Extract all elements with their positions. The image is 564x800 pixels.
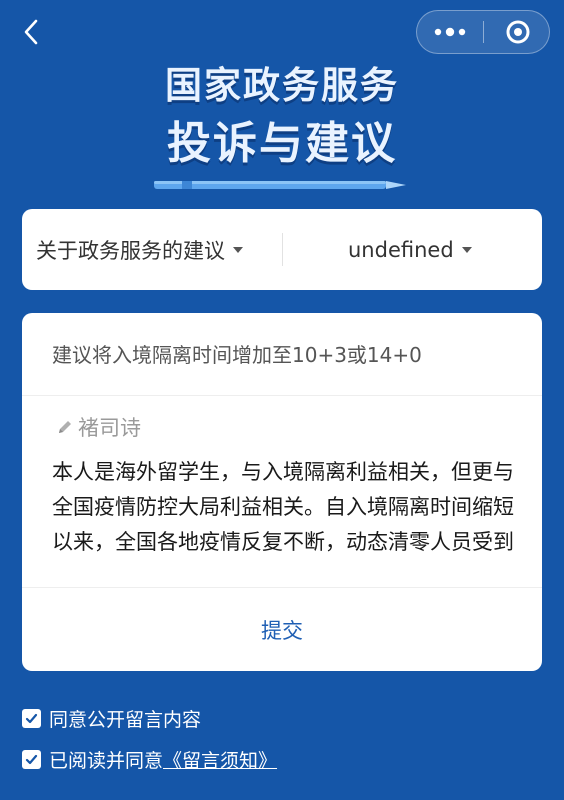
author-name: 褚司诗 [78, 416, 141, 440]
agree-public-checkbox[interactable] [22, 709, 41, 728]
category-secondary-select[interactable]: undefined [348, 209, 472, 290]
category-divider [282, 233, 283, 266]
message-body-field[interactable]: 本人是海外留学生，与入境隔离利益相关，但更与全国疫情防控大局利益相关。自入境隔离… [52, 455, 522, 565]
category-primary-select[interactable]: 关于政务服务的建议 [36, 209, 243, 290]
agree-public-label: 同意公开留言内容 [49, 709, 202, 731]
message-title-field[interactable]: 建议将入境隔离时间增加至10+3或14+0 [52, 335, 422, 375]
hero-banner: 国家政务服务 投诉与建议 [0, 60, 564, 174]
checkmark-icon [25, 754, 38, 765]
agree-notice-checkbox[interactable] [22, 750, 41, 769]
back-button[interactable] [18, 18, 46, 46]
more-button[interactable] [417, 11, 483, 53]
caret-down-icon [461, 246, 472, 253]
pencil-icon [59, 421, 71, 433]
divider [22, 395, 542, 396]
category-primary-label: 关于政务服务的建议 [36, 238, 225, 263]
hero-title-line1: 国家政务服务 [165, 64, 399, 107]
close-mini-program-button[interactable] [484, 11, 550, 53]
notice-link[interactable]: 《留言须知》 [163, 746, 277, 773]
agree-notice-row[interactable]: 已阅读并同意 《留言须知》 [22, 746, 277, 773]
caret-down-icon [233, 246, 243, 253]
message-card: 建议将入境隔离时间增加至10+3或14+0 褚司诗 本人是海外留学生，与入境隔离… [22, 313, 542, 671]
chevron-left-icon [24, 19, 38, 45]
category-secondary-label: undefined [348, 237, 454, 262]
checkmark-icon [25, 713, 38, 724]
agree-notice-prefix: 已阅读并同意 [49, 750, 164, 772]
mini-program-capsule [416, 10, 550, 54]
category-card: 关于政务服务的建议 undefined [22, 209, 542, 290]
target-circle-icon [506, 20, 530, 44]
three-dots-icon [434, 27, 466, 37]
hero-title-line2: 投诉与建议 [167, 118, 397, 169]
pen-decoration-icon [154, 181, 406, 189]
agree-public-row[interactable]: 同意公开留言内容 [22, 705, 201, 732]
author-row: 褚司诗 [56, 410, 141, 444]
submit-button[interactable]: 提交 [22, 588, 542, 671]
